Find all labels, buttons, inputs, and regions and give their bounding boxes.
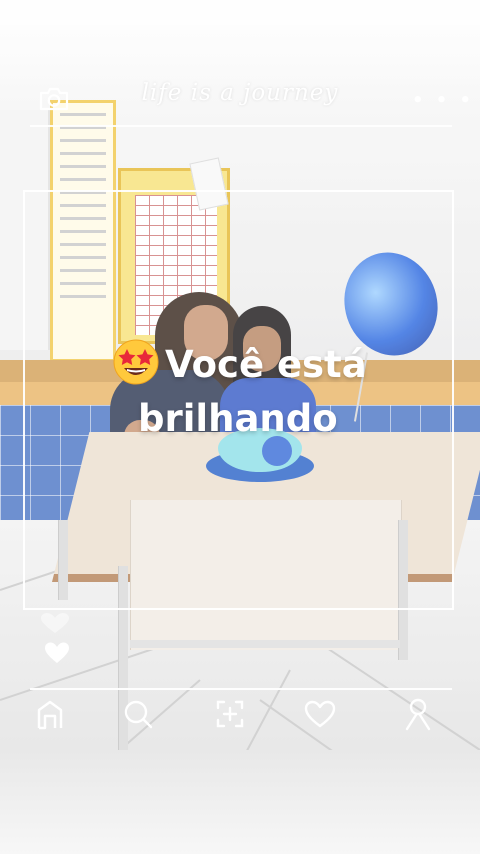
- floating-heart-icon: [41, 613, 69, 633]
- profile-icon[interactable]: [400, 696, 436, 732]
- caption-line-1: Você está: [165, 343, 367, 386]
- story-screen: life is a journey • • • Você está brilha…: [0, 0, 480, 854]
- heart-icon[interactable]: [44, 641, 70, 665]
- home-icon[interactable]: [32, 696, 68, 732]
- bottom-blur: [0, 750, 480, 854]
- header-title: life is a journey: [141, 80, 339, 106]
- caption-line-2: brilhando: [138, 397, 338, 440]
- likes-heart-icon[interactable]: [302, 696, 338, 732]
- add-square-icon[interactable]: [212, 696, 248, 732]
- header-divider: [30, 125, 452, 127]
- camera-icon[interactable]: [38, 86, 70, 112]
- bottom-nav-divider: [30, 688, 452, 690]
- more-options-icon[interactable]: • • •: [412, 90, 474, 111]
- star-struck-emoji-icon: [113, 339, 159, 385]
- search-icon[interactable]: [120, 696, 156, 732]
